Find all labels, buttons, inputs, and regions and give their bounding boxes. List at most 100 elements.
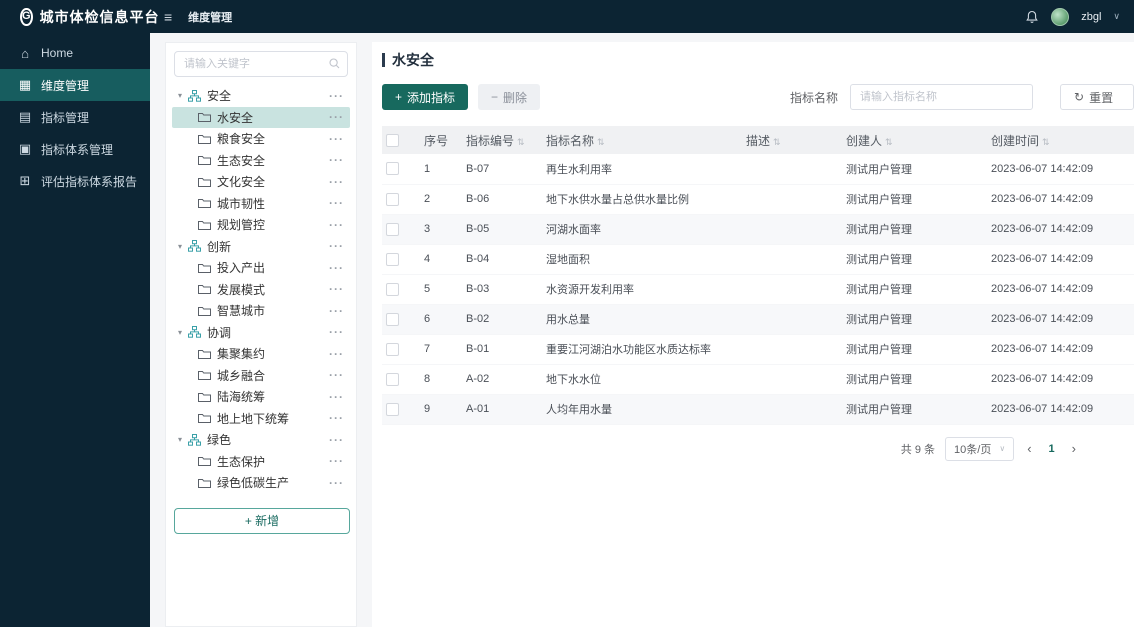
sidebar-collapse-icon[interactable]: ≡ bbox=[164, 9, 172, 25]
tree-node-17[interactable]: 生态保护 ··· bbox=[172, 451, 350, 473]
notification-bell-icon[interactable] bbox=[1025, 10, 1039, 24]
search-icon bbox=[329, 58, 340, 69]
column-header[interactable]: 描述 ⇅ bbox=[742, 126, 842, 154]
node-more-icon[interactable]: ··· bbox=[329, 304, 346, 318]
cell-created: 2023-06-07 14:42:09 bbox=[987, 214, 1134, 245]
tree-node-6[interactable]: 规划管控 ··· bbox=[172, 214, 350, 236]
tree-node-9[interactable]: 发展模式 ··· bbox=[172, 279, 350, 301]
row-checkbox[interactable] bbox=[386, 222, 399, 236]
user-avatar[interactable] bbox=[1051, 7, 1070, 26]
tree-node-2[interactable]: 粮食安全 ··· bbox=[172, 128, 350, 150]
next-page-button[interactable]: › bbox=[1069, 441, 1079, 456]
page-size-value: 10条/页 bbox=[954, 443, 992, 456]
row-checkbox[interactable] bbox=[386, 372, 399, 386]
tree-node-13[interactable]: 城乡融合 ··· bbox=[172, 365, 350, 387]
reset-button[interactable]: ↻ 重置 bbox=[1060, 84, 1134, 110]
select-all-checkbox[interactable] bbox=[386, 134, 399, 148]
row-checkbox[interactable] bbox=[386, 312, 399, 326]
tree-node-15[interactable]: 地上地下统筹 ··· bbox=[172, 408, 350, 430]
expand-caret-icon[interactable]: ▾ bbox=[178, 242, 188, 251]
row-checkbox[interactable] bbox=[386, 192, 399, 206]
cell-desc bbox=[742, 214, 842, 245]
cell-name: 河湖水面率 bbox=[542, 214, 742, 245]
node-more-icon[interactable]: ··· bbox=[329, 196, 346, 210]
row-checkbox[interactable] bbox=[386, 162, 399, 176]
row-checkbox[interactable] bbox=[386, 282, 399, 296]
node-more-icon[interactable]: ··· bbox=[329, 153, 346, 167]
node-more-icon[interactable]: ··· bbox=[329, 476, 346, 490]
column-header[interactable]: 指标编号 ⇅ bbox=[462, 126, 542, 154]
sidebar-item-3[interactable]: ▣ 指标体系管理 bbox=[0, 133, 150, 165]
row-checkbox[interactable] bbox=[386, 252, 399, 266]
node-more-icon[interactable]: ··· bbox=[329, 132, 346, 146]
node-more-icon[interactable]: ··· bbox=[329, 218, 346, 232]
sidebar-item-0[interactable]: ⌂ Home bbox=[0, 37, 150, 69]
sort-icon[interactable]: ⇅ bbox=[1042, 137, 1050, 147]
node-more-icon[interactable]: ··· bbox=[329, 390, 346, 404]
tree-node-1[interactable]: 水安全 ··· bbox=[172, 106, 350, 128]
node-more-icon[interactable]: ··· bbox=[329, 282, 346, 296]
sort-icon[interactable]: ⇅ bbox=[597, 137, 605, 147]
expand-caret-icon[interactable]: ▾ bbox=[178, 328, 188, 337]
tree-node-4[interactable]: 文化安全 ··· bbox=[172, 171, 350, 193]
tree-node-11[interactable]: ▾ 协调 ··· bbox=[172, 322, 350, 344]
column-header[interactable]: 创建人 ⇅ bbox=[842, 126, 987, 154]
column-header[interactable]: 指标名称 ⇅ bbox=[542, 126, 742, 154]
tree-node-18[interactable]: 绿色低碳生产 ··· bbox=[172, 472, 350, 494]
reset-label: 重置 bbox=[1089, 90, 1114, 105]
node-more-icon[interactable]: ··· bbox=[329, 368, 346, 382]
add-dimension-button[interactable]: + 新增 bbox=[174, 507, 350, 534]
row-checkbox[interactable] bbox=[386, 402, 399, 416]
username[interactable]: zbgl bbox=[1081, 11, 1101, 23]
cell-no: 7 bbox=[420, 334, 462, 365]
tree-node-0[interactable]: ▾ 安全 ··· bbox=[172, 85, 350, 107]
node-more-icon[interactable]: ··· bbox=[329, 89, 346, 103]
tree-search-input[interactable] bbox=[174, 51, 348, 77]
cell-creator: 测试用户管理 bbox=[842, 214, 987, 245]
delete-button[interactable]: − 删除 bbox=[478, 84, 541, 110]
folder-icon bbox=[198, 457, 211, 467]
sort-icon[interactable]: ⇅ bbox=[517, 137, 525, 147]
sidebar-item-2[interactable]: ▤ 指标管理 bbox=[0, 101, 150, 133]
page-size-select[interactable]: 10条/页 ∨ bbox=[945, 436, 1015, 461]
node-more-icon[interactable]: ··· bbox=[329, 411, 346, 425]
row-checkbox[interactable] bbox=[386, 342, 399, 356]
cell-created: 2023-06-07 14:42:09 bbox=[987, 184, 1134, 215]
node-more-icon[interactable]: ··· bbox=[329, 433, 346, 447]
tree-node-14[interactable]: 陆海统筹 ··· bbox=[172, 386, 350, 408]
cell-creator: 测试用户管理 bbox=[842, 394, 987, 425]
tree-node-label: 陆海统筹 bbox=[217, 390, 266, 405]
tree-node-7[interactable]: ▾ 创新 ··· bbox=[172, 236, 350, 258]
prev-page-button[interactable]: ‹ bbox=[1024, 441, 1034, 456]
node-more-icon[interactable]: ··· bbox=[329, 239, 346, 253]
expand-caret-icon[interactable]: ▾ bbox=[178, 91, 188, 100]
sort-icon[interactable]: ⇅ bbox=[773, 137, 781, 147]
indicator-name-input[interactable] bbox=[850, 84, 1033, 110]
node-more-icon[interactable]: ··· bbox=[329, 325, 346, 339]
tree-node-16[interactable]: ▾ 绿色 ··· bbox=[172, 429, 350, 451]
sort-icon[interactable]: ⇅ bbox=[885, 137, 893, 147]
add-indicator-button[interactable]: + 添加指标 bbox=[382, 84, 469, 110]
tree-node-12[interactable]: 集聚集约 ··· bbox=[172, 343, 350, 365]
tree-node-8[interactable]: 投入产出 ··· bbox=[172, 257, 350, 279]
cell-name: 湿地面积 bbox=[542, 244, 742, 275]
user-menu-caret-icon[interactable]: ∨ bbox=[1113, 11, 1120, 22]
cell-code: B-04 bbox=[462, 244, 542, 275]
node-more-icon[interactable]: ··· bbox=[329, 261, 346, 275]
node-more-icon[interactable]: ··· bbox=[329, 454, 346, 468]
column-header[interactable]: 创建时间 ⇅ bbox=[987, 126, 1134, 154]
expand-caret-icon[interactable]: ▾ bbox=[178, 435, 188, 444]
table-row: 2 B-06 地下水供水量占总供水量比例 测试用户管理 2023-06-07 14:42… bbox=[382, 184, 1134, 215]
table-row: 4 B-04 湿地面积 测试用户管理 2023-06-07 14:42:09 bbox=[382, 244, 1134, 275]
sidebar-item-1[interactable]: ▦ 维度管理 bbox=[0, 69, 150, 101]
cell-code: B-07 bbox=[462, 154, 542, 185]
sidebar-item-4[interactable]: ⊞ 评估指标体系报告 bbox=[0, 165, 150, 197]
node-more-icon[interactable]: ··· bbox=[329, 175, 346, 189]
tree-node-3[interactable]: 生态安全 ··· bbox=[172, 150, 350, 172]
tree-node-5[interactable]: 城市韧性 ··· bbox=[172, 193, 350, 215]
current-page[interactable]: 1 bbox=[1045, 443, 1059, 455]
node-more-icon[interactable]: ··· bbox=[329, 347, 346, 361]
tree-node-10[interactable]: 智慧城市 ··· bbox=[172, 300, 350, 322]
node-more-icon[interactable]: ··· bbox=[329, 110, 346, 124]
category-tree-icon bbox=[188, 433, 201, 446]
